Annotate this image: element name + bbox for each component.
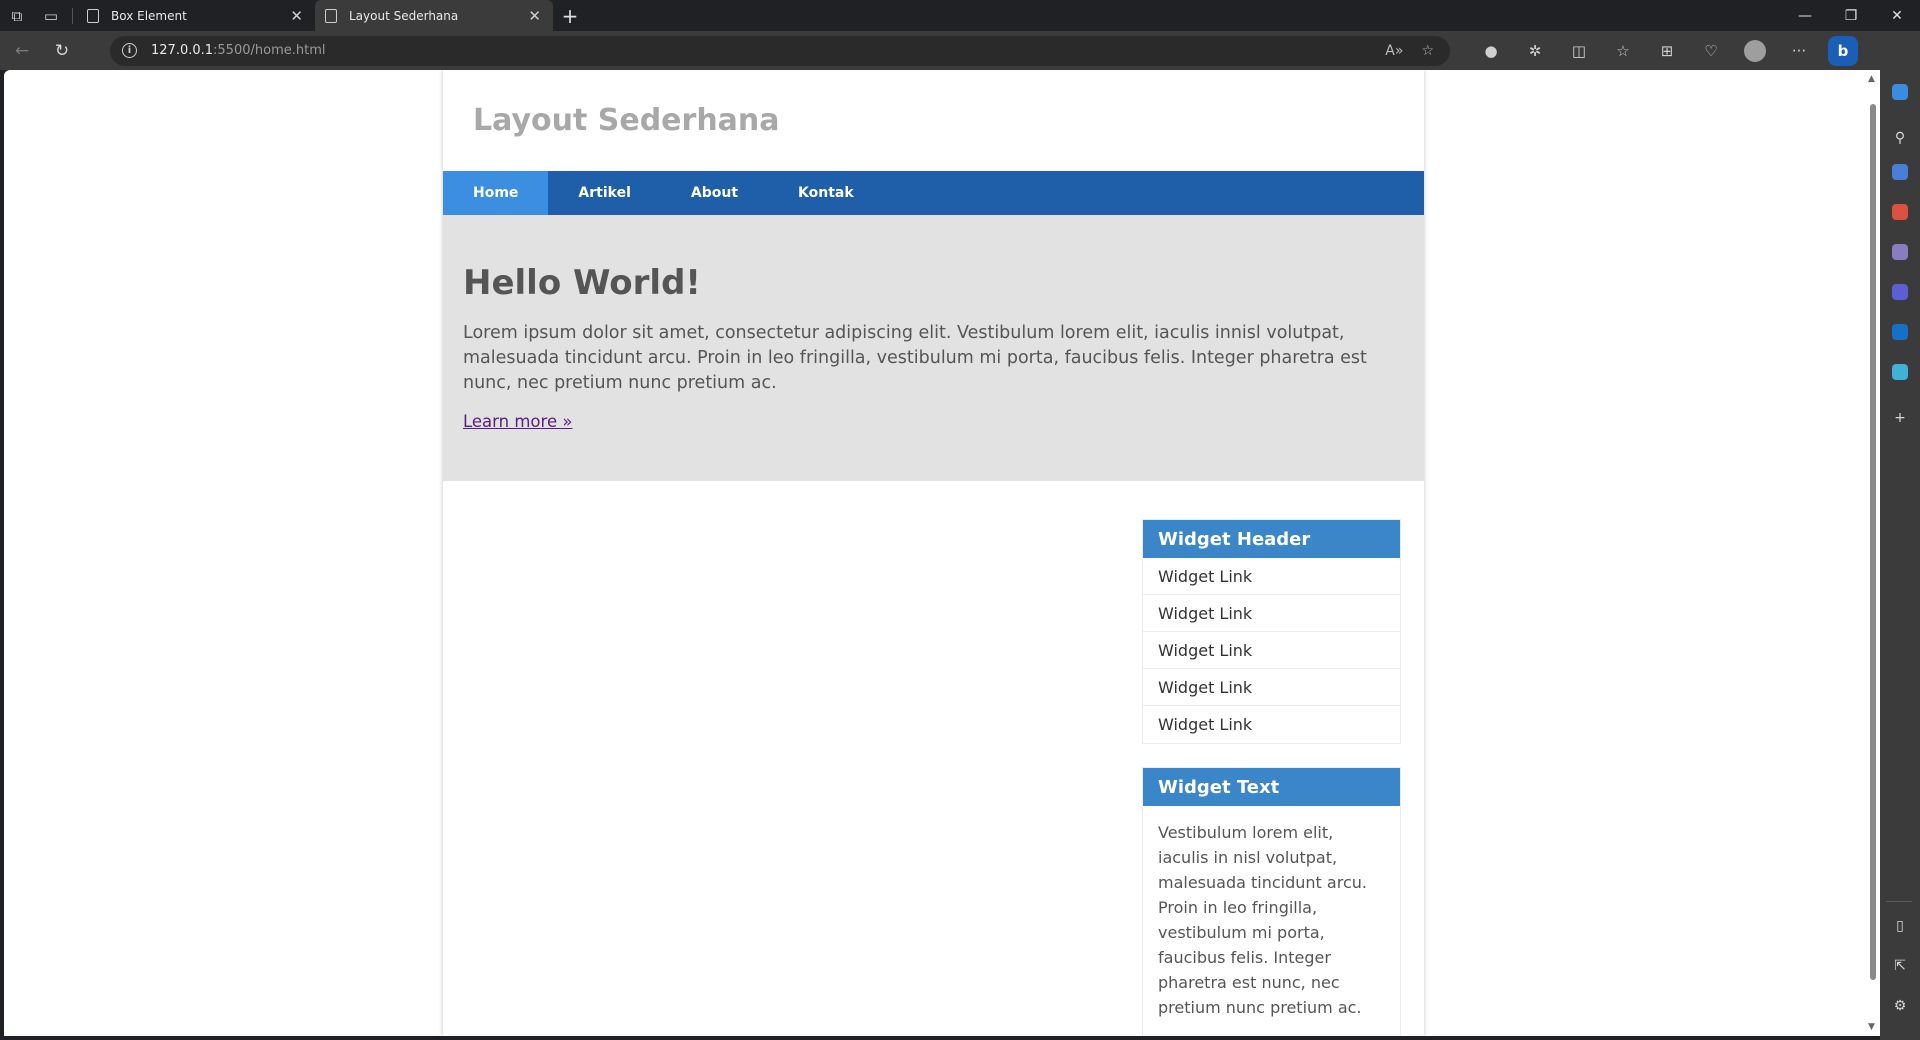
- sidebar-bottom: ▯ ⇱ ⚙: [1886, 897, 1914, 1032]
- scroll-down-icon[interactable]: ▼: [1868, 1022, 1875, 1032]
- close-icon[interactable]: ✕: [288, 7, 305, 25]
- notification-icon[interactable]: [1886, 84, 1914, 112]
- open-external-icon[interactable]: ⇱: [1886, 952, 1914, 980]
- site-title: Layout Sederhana: [473, 103, 780, 138]
- page-icon: [87, 8, 99, 23]
- vertical-scrollbar[interactable]: ▲ ▼: [1866, 70, 1880, 1036]
- restore-button[interactable]: ❐: [1828, 0, 1874, 31]
- widget-link[interactable]: Widget Link: [1143, 706, 1400, 743]
- browser-toolbar: ← ↻ i 127.0.0.1:5500/home.html A» ☆ ● ✲ …: [0, 31, 1920, 70]
- nav-about[interactable]: About: [661, 171, 768, 215]
- search-icon[interactable]: ⚲: [1886, 124, 1914, 152]
- address-bar[interactable]: i 127.0.0.1:5500/home.html A» ☆: [110, 35, 1450, 66]
- learn-more-link[interactable]: Learn more »: [463, 412, 572, 431]
- puzzle-icon[interactable]: ✲: [1520, 36, 1550, 66]
- collections-icon[interactable]: ⊞: [1652, 36, 1682, 66]
- toolbar-icons: ● ✲ ◫ ☆ ⊞ ♡ ··· b: [1476, 35, 1858, 66]
- site-info-icon[interactable]: i: [122, 43, 137, 58]
- extension-icon[interactable]: ●: [1476, 36, 1506, 66]
- close-window-button[interactable]: ✕: [1874, 0, 1920, 31]
- profile-icon[interactable]: [1740, 36, 1770, 66]
- favorites-icon[interactable]: ☆: [1608, 36, 1638, 66]
- tab-actions-icon[interactable]: ▭: [34, 0, 68, 31]
- widget-text: Widget Text Vestibulum lorem elit, iacul…: [1142, 767, 1401, 1036]
- tab-title: Box Element: [111, 8, 187, 23]
- refresh-icon[interactable]: ↻: [44, 35, 80, 67]
- page-viewport: Layout Sederhana Home Artikel About Kont…: [4, 70, 1880, 1036]
- games-icon[interactable]: [1886, 244, 1914, 272]
- widget-text-body: Vestibulum lorem elit, iaculis in nisl v…: [1158, 823, 1367, 1017]
- back-icon[interactable]: ←: [4, 35, 40, 67]
- tab-separator: [72, 7, 73, 24]
- page-icon: [325, 8, 337, 23]
- office-icon[interactable]: [1886, 284, 1914, 312]
- widget-link[interactable]: Widget Link: [1143, 558, 1400, 595]
- tab-bar: ⧉ ▭ Box Element ✕ Layout Sederhana ✕ + —…: [0, 0, 1920, 31]
- read-aloud-icon[interactable]: A»: [1385, 43, 1403, 59]
- sidebar-toggle-icon[interactable]: ▯: [1886, 912, 1914, 940]
- nav-kontak[interactable]: Kontak: [768, 171, 884, 215]
- url-path: :5500/home.html: [213, 43, 326, 58]
- window-controls: — ❐ ✕: [1782, 0, 1920, 31]
- avatar: [1744, 39, 1766, 62]
- more-icon[interactable]: ···: [1784, 36, 1814, 66]
- widget-link[interactable]: Widget Link: [1143, 669, 1400, 706]
- performance-icon[interactable]: ♡: [1696, 36, 1726, 66]
- split-screen-icon[interactable]: ◫: [1564, 36, 1594, 66]
- copilot-icon[interactable]: b: [1828, 35, 1858, 66]
- workspaces-icon[interactable]: ⧉: [0, 0, 34, 31]
- hero-heading: Hello World!: [463, 263, 701, 303]
- drop-icon[interactable]: [1886, 364, 1914, 392]
- widget-links: Widget Header Widget Link Widget Link Wi…: [1142, 519, 1401, 744]
- edge-sidebar: ⚲ + ▯ ⇱ ⚙: [1880, 70, 1920, 1040]
- widget-text-header: Widget Text: [1143, 768, 1400, 806]
- tab-layout-sederhana[interactable]: Layout Sederhana ✕: [315, 0, 553, 31]
- widget-link[interactable]: Widget Link: [1143, 595, 1400, 632]
- add-icon[interactable]: +: [1886, 404, 1914, 432]
- sidebar-divider: [1886, 901, 1912, 902]
- tab-title: Layout Sederhana: [349, 8, 459, 23]
- main-nav: Home Artikel About Kontak: [443, 171, 1424, 215]
- outlook-icon[interactable]: [1886, 324, 1914, 352]
- widget-link[interactable]: Widget Link: [1143, 632, 1400, 669]
- scroll-up-icon[interactable]: ▲: [1868, 74, 1875, 84]
- new-tab-button[interactable]: +: [553, 0, 587, 31]
- tab-box-element[interactable]: Box Element ✕: [77, 0, 315, 31]
- tools-icon[interactable]: [1886, 204, 1914, 232]
- address-actions: A» ☆: [1385, 43, 1450, 59]
- widget-header: Widget Header: [1143, 520, 1400, 558]
- close-icon[interactable]: ✕: [526, 7, 543, 25]
- favorite-icon[interactable]: ☆: [1421, 43, 1434, 59]
- hero-section: Hello World! Lorem ipsum dolor sit amet,…: [443, 215, 1424, 481]
- scrollbar-thumb[interactable]: [1870, 104, 1876, 980]
- hero-text: Lorem ipsum dolor sit amet, consectetur …: [463, 323, 1367, 393]
- nav-home[interactable]: Home: [443, 171, 549, 215]
- minimize-button[interactable]: —: [1782, 0, 1828, 31]
- url-host: 127.0.0.1: [151, 43, 214, 58]
- nav-artikel[interactable]: Artikel: [548, 171, 660, 215]
- site-header: Layout Sederhana: [443, 70, 1424, 171]
- settings-icon[interactable]: ⚙: [1886, 992, 1914, 1020]
- shopping-icon[interactable]: [1886, 164, 1914, 192]
- page-container: Layout Sederhana Home Artikel About Kont…: [443, 70, 1424, 1036]
